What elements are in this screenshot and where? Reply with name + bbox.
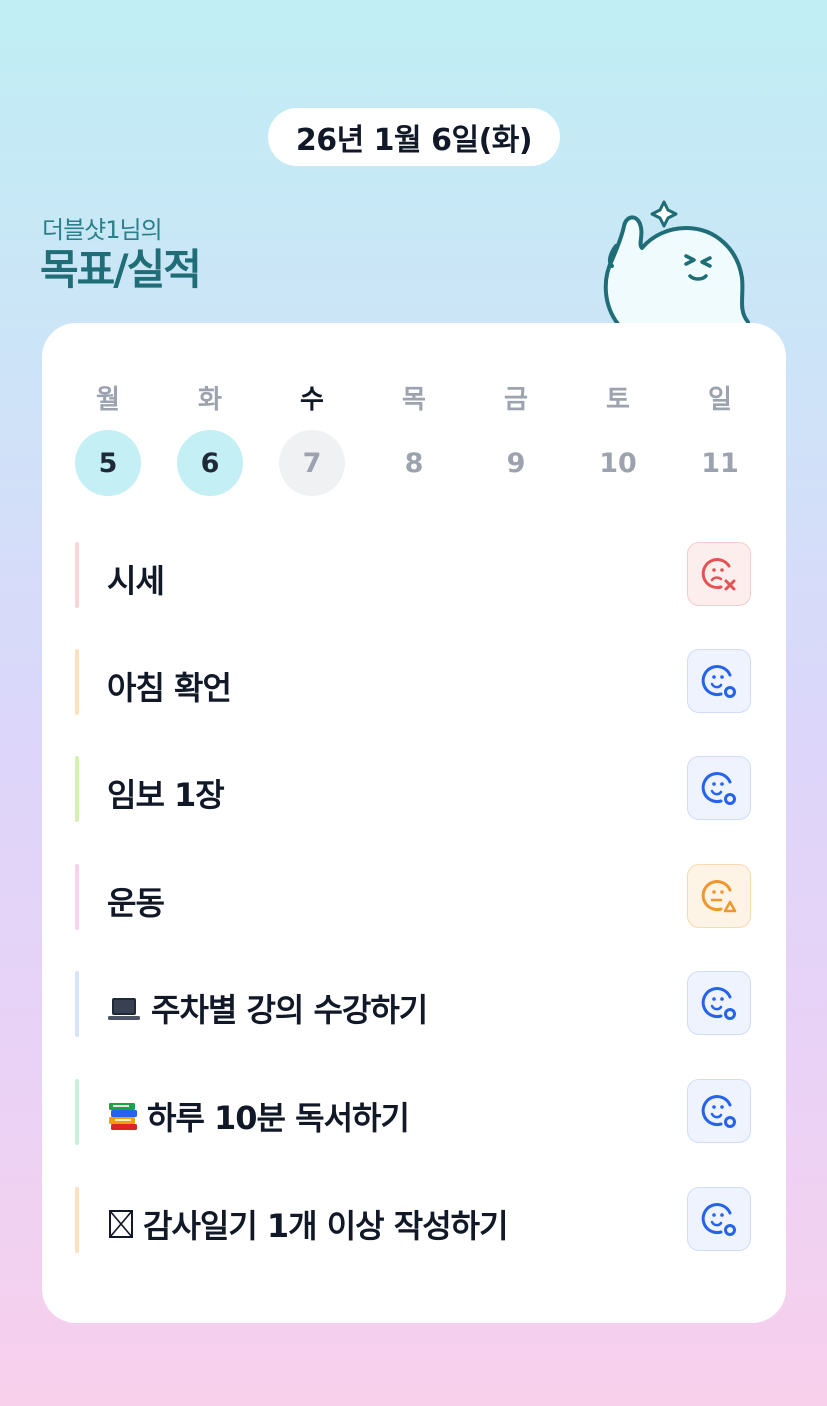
goal-label: 아침 확언 [107,669,232,707]
page-title: 목표/실적 [40,245,202,294]
goal-item[interactable]: 아침 확언 [75,649,755,715]
goal-item[interactable]: 임보 1장 [75,756,755,822]
day-number: 6 [177,430,243,496]
goal-item[interactable]: 감사일기 1개 이상 작성하기 [75,1187,755,1253]
day-number: 11 [701,447,739,479]
day-number: 9 [506,447,526,479]
goal-color-bar [75,756,79,822]
goal-color-bar [75,864,79,930]
day-name: 수 [300,385,324,415]
face-o-icon [701,987,736,1020]
face-triangle-icon [701,880,737,913]
goal-item[interactable]: 운동 [75,864,755,930]
goal-label: 하루 10분 독서하기 [147,1099,410,1137]
day-number: 5 [75,430,141,496]
goal-label: 주차별 강의 수강하기 [151,991,428,1029]
goal-card: 월 5 화 6 수 7 목 8 금 9 토 10 일 11 시세 아침 확언 임… [42,323,786,1323]
goal-color-bar [75,649,79,715]
face-o-icon [701,1095,736,1128]
status-button[interactable] [687,864,751,928]
face-x-icon [701,558,736,591]
goal-color-bar [75,542,79,608]
status-button[interactable] [687,756,751,820]
goal-label-wrap: 하루 10분 독서하기 [107,1093,410,1139]
day-number: 10 [599,447,637,479]
goal-color-bar [75,1079,79,1145]
goal-item[interactable]: 주차별 강의 수강하기 [75,971,755,1037]
goal-label: 감사일기 1개 이상 작성하기 [143,1207,509,1245]
day-name: 목 [402,385,426,415]
day-name: 화 [198,385,222,415]
face-o-icon [701,772,736,805]
goal-item[interactable]: 시세 [75,542,755,608]
date-title: 26년 1월 6일(화) [268,108,560,166]
goal-label: 운동 [107,884,165,922]
day-name: 월 [96,385,120,415]
status-button[interactable] [687,1187,751,1251]
face-o-icon [701,1203,736,1236]
goal-item[interactable]: 하루 10분 독서하기 [75,1079,755,1145]
day-number: 7 [279,430,345,496]
status-button[interactable] [687,1079,751,1143]
status-button[interactable] [687,971,751,1035]
day-name: 금 [504,385,528,415]
goal-color-bar [75,971,79,1037]
day-name: 토 [606,385,630,415]
laptop-icon [107,993,141,1031]
goal-label-wrap: 감사일기 1개 이상 작성하기 [107,1201,509,1248]
day-number: 8 [404,447,424,479]
mascot-illustration [603,200,750,336]
face-o-icon [701,665,736,698]
status-button[interactable] [687,542,751,606]
books-icon [107,1101,139,1139]
goal-label: 임보 1장 [107,776,225,814]
goal-label-wrap: 주차별 강의 수강하기 [107,985,428,1031]
status-button[interactable] [687,649,751,713]
goal-color-bar [75,1187,79,1253]
goal-label: 시세 [107,562,165,600]
day-name: 일 [708,385,732,415]
boxed-x-icon [107,1208,135,1248]
